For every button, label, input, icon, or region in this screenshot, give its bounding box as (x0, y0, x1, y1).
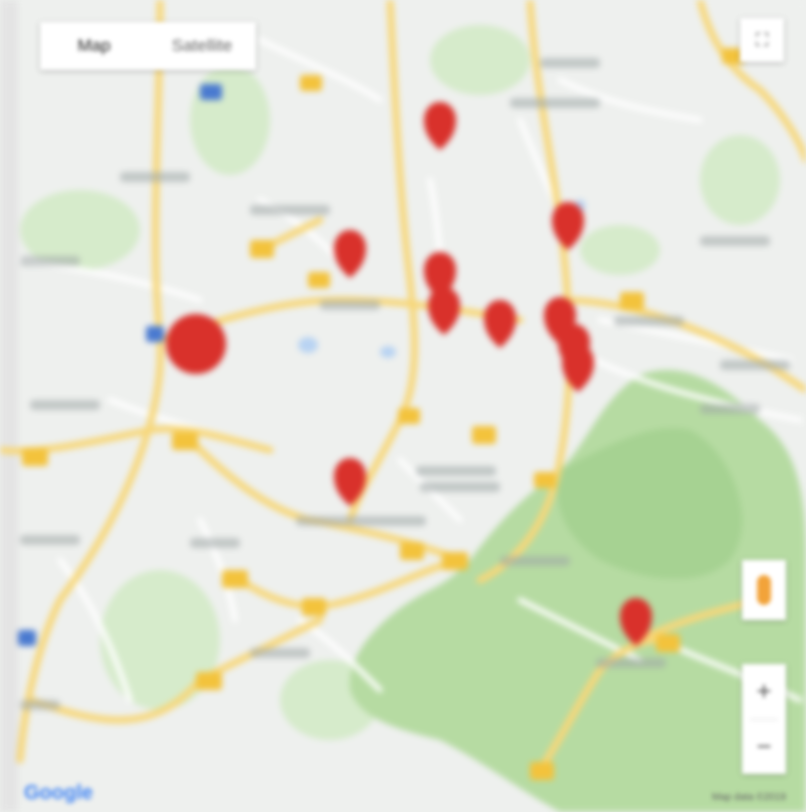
zoom-in-button[interactable]: + (742, 664, 786, 719)
street-view-button[interactable] (742, 560, 786, 620)
map-type-satellite-button[interactable]: Satellite (148, 22, 256, 70)
map-canvas[interactable]: Map Satellite ⛶ + − Google Map data ©201… (0, 0, 806, 812)
zoom-control: + − (742, 664, 786, 774)
fullscreen-button[interactable]: ⛶ (740, 18, 784, 62)
google-logo[interactable]: Google (24, 782, 93, 805)
map-type-control[interactable]: Map Satellite (40, 22, 256, 70)
zoom-out-button[interactable]: − (742, 720, 786, 775)
fullscreen-icon: ⛶ (755, 29, 769, 50)
map-type-map-button[interactable]: Map (40, 22, 148, 70)
map-attribution[interactable]: Map data ©2019 (712, 792, 786, 803)
map-base-layer (0, 0, 806, 812)
marker-cluster (166, 314, 226, 374)
street-view-pegman-icon (757, 575, 771, 605)
